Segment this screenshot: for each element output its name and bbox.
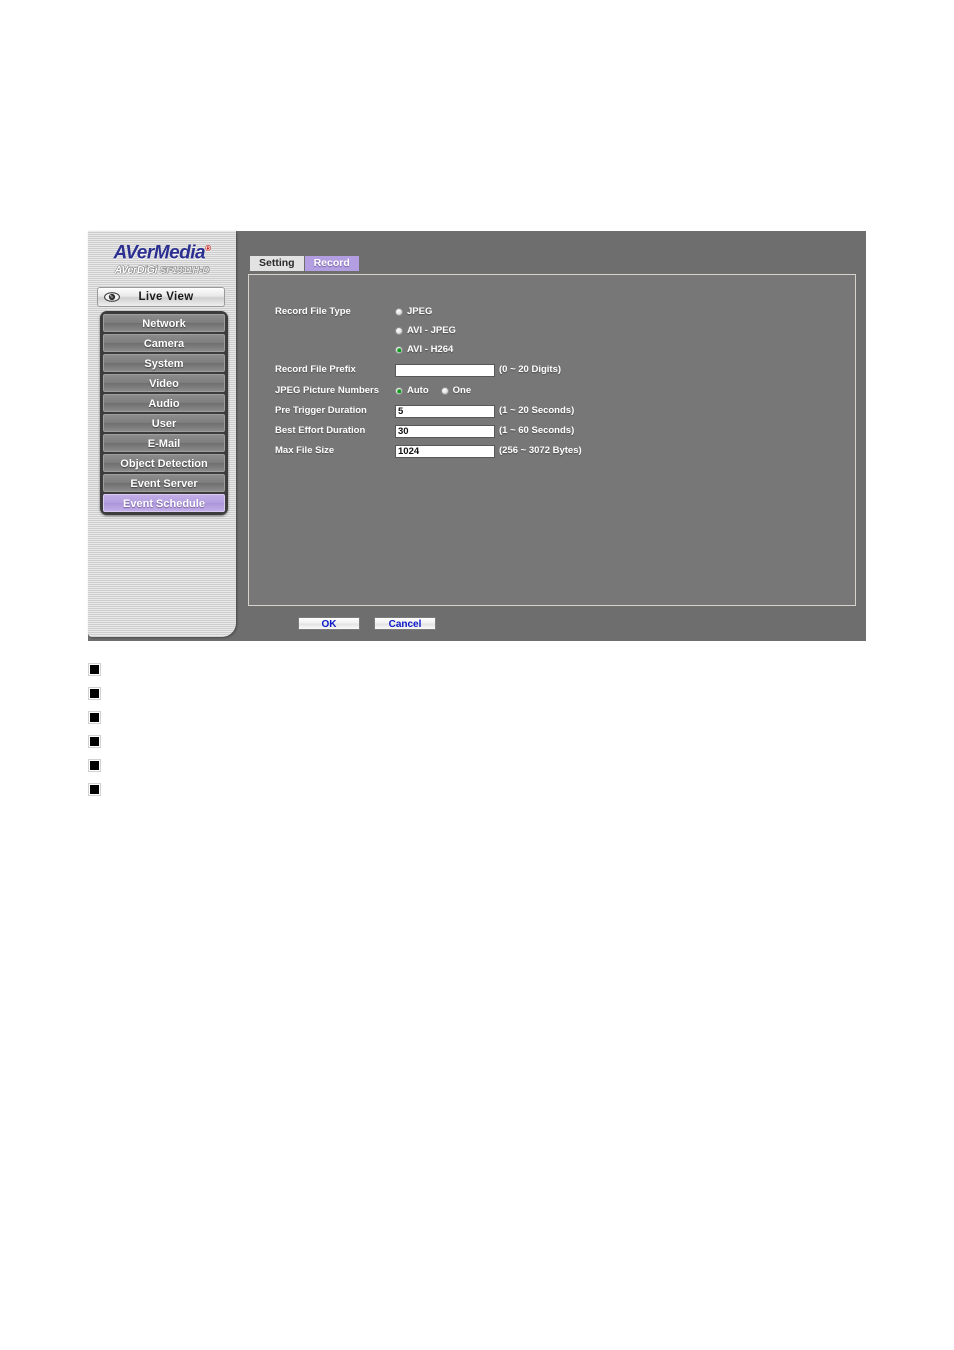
radio-auto-icon[interactable]: [395, 387, 403, 395]
tab-record[interactable]: Record: [304, 256, 359, 271]
radio-avi-h264-label: AVI - H264: [407, 344, 454, 355]
label-record-file-type: Record File Type: [275, 306, 351, 317]
square-bullet-icon: [88, 782, 101, 796]
radio-option-avi-h264[interactable]: AVI - H264: [395, 342, 453, 358]
sidebar-item-user[interactable]: User: [103, 414, 225, 432]
action-bar: OK Cancel: [298, 617, 436, 630]
radio-auto-label: Auto: [407, 385, 429, 396]
logo-product-line: AVerDiGi SF1311H-D: [88, 264, 236, 277]
square-bullet-icon: [88, 710, 101, 724]
logo-product-line-text: AVerDiGi: [114, 264, 158, 277]
radio-jpeg-icon[interactable]: [395, 308, 403, 316]
square-bullet-icon: [88, 662, 101, 676]
radio-group-jpeg-picture-numbers: Auto One: [395, 383, 471, 399]
brand-logo: AVerMedia® AVerDiGi SF1311H-D: [88, 235, 236, 281]
sidebar-item-system[interactable]: System: [103, 354, 225, 372]
list-item: [88, 777, 489, 801]
hint-pre-trigger-duration: (1 ~ 20 Seconds): [499, 405, 575, 416]
square-bullet-icon: [88, 758, 101, 772]
sidebar: AVerMedia® AVerDiGi SF1311H-D Live View …: [88, 231, 236, 637]
hint-best-effort-duration: (1 ~ 60 Seconds): [499, 425, 575, 436]
input-max-file-size[interactable]: [395, 445, 495, 458]
sidebar-item-object-detection[interactable]: Object Detection: [103, 454, 225, 472]
input-pre-trigger-duration[interactable]: [395, 405, 495, 418]
square-bullet-icon: [88, 686, 101, 700]
sidebar-item-video[interactable]: Video: [103, 374, 225, 392]
hint-max-file-size: (256 ~ 3072 Bytes): [499, 445, 582, 456]
bullet-list: [88, 657, 489, 801]
list-item: [88, 729, 489, 753]
radio-option-jpeg[interactable]: JPEG: [395, 304, 432, 320]
eye-icon: [104, 292, 120, 302]
label-record-file-prefix: Record File Prefix: [275, 364, 356, 375]
sidebar-item-event-schedule[interactable]: Event Schedule: [103, 494, 225, 512]
live-view-button[interactable]: Live View: [97, 287, 225, 307]
sidebar-item-email[interactable]: E-Mail: [103, 434, 225, 452]
radio-jpeg-label: JPEG: [407, 306, 433, 317]
live-view-label: Live View: [138, 291, 194, 303]
logo-trademark: ®: [205, 244, 211, 253]
logo-brand-name: AVerMedia: [113, 242, 206, 264]
tab-setting[interactable]: Setting: [250, 256, 304, 271]
label-pre-trigger-duration: Pre Trigger Duration: [275, 405, 367, 416]
label-max-file-size: Max File Size: [275, 445, 335, 456]
sidebar-item-event-server[interactable]: Event Server: [103, 474, 225, 492]
sidebar-item-network[interactable]: Network: [103, 314, 225, 332]
tab-bar: Setting Record: [250, 256, 359, 271]
radio-one-icon[interactable]: [440, 387, 449, 395]
list-item: [88, 657, 489, 681]
cancel-button[interactable]: Cancel: [374, 617, 436, 630]
radio-avi-jpeg-icon[interactable]: [395, 327, 403, 335]
label-jpeg-picture-numbers: JPEG Picture Numbers: [275, 385, 380, 396]
device-web-ui-window: AVerMedia® AVerDiGi SF1311H-D Live View …: [88, 231, 866, 641]
ok-button[interactable]: OK: [298, 617, 360, 630]
sidebar-item-camera[interactable]: Camera: [103, 334, 225, 352]
radio-option-avi-jpeg[interactable]: AVI - JPEG: [395, 323, 456, 339]
label-best-effort-duration: Best Effort Duration: [275, 425, 366, 436]
radio-avi-jpeg-label: AVI - JPEG: [407, 325, 456, 336]
list-item: [88, 705, 489, 729]
radio-one-label: One: [452, 385, 472, 396]
record-settings-form: Record File Type JPEG AVI - JPEG AVI - H…: [248, 274, 856, 606]
hint-record-file-prefix: (0 ~ 20 Digits): [499, 364, 562, 375]
list-item: [88, 681, 489, 705]
sidebar-item-audio[interactable]: Audio: [103, 394, 225, 412]
input-best-effort-duration[interactable]: [395, 425, 495, 438]
sidebar-nav-group: Network Camera System Video Audio User E…: [100, 311, 228, 515]
square-bullet-icon: [88, 734, 101, 748]
input-record-file-prefix[interactable]: [395, 364, 495, 377]
content-panel: Setting Record Record File Type JPEG AVI…: [240, 231, 866, 641]
radio-avi-h264-icon[interactable]: [395, 346, 403, 354]
logo-brand-text: AVerMedia®: [88, 238, 236, 264]
logo-model-text: SF1311H-D: [159, 265, 210, 277]
list-item: [88, 753, 489, 777]
